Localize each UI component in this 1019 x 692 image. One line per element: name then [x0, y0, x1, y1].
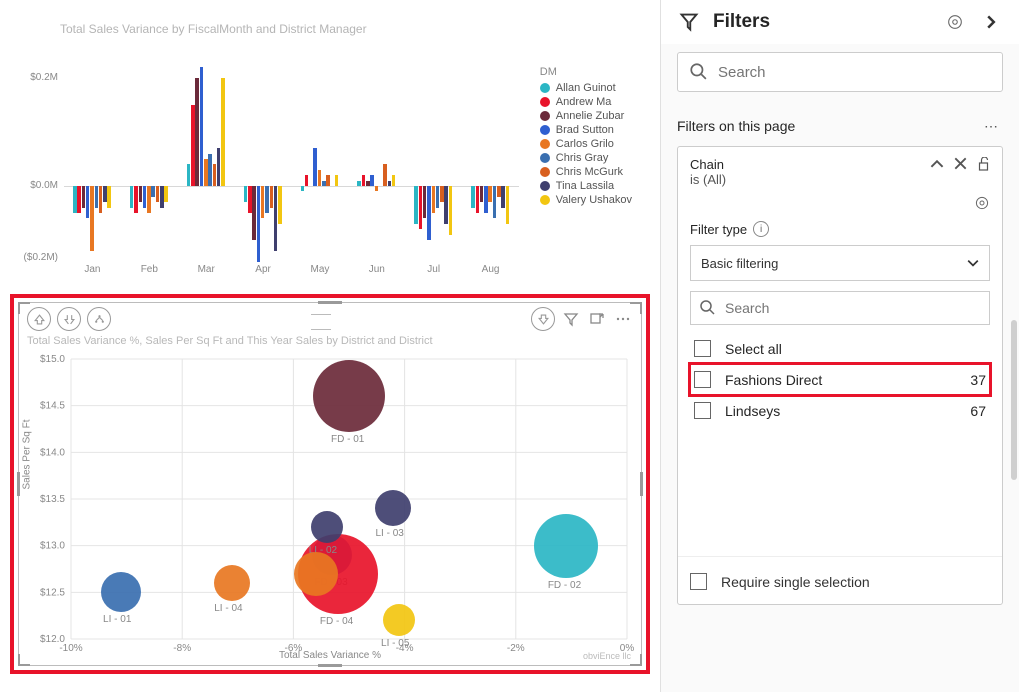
watermark: obviEnce llc — [583, 651, 631, 661]
svg-text:-2%: -2% — [507, 643, 525, 654]
x-axis-label: Total Sales Variance % — [279, 650, 381, 661]
chart-title: Total Sales Variance by FiscalMonth and … — [10, 8, 650, 36]
scrollbar-thumb[interactable] — [1011, 320, 1017, 480]
filter-option[interactable]: Lindseys67 — [690, 395, 990, 426]
filter-type-label: Filter type i — [678, 217, 1002, 245]
svg-text:$14.5: $14.5 — [40, 401, 65, 412]
filter-option[interactable]: Fashions Direct37 — [690, 364, 990, 395]
svg-text:$15.0: $15.0 — [40, 354, 65, 365]
section-more-icon[interactable]: ⋯ — [979, 114, 1003, 138]
svg-text:-8%: -8% — [173, 643, 191, 654]
filters-pane: Filters Filters on this page ⋯ Chain is … — [660, 0, 1019, 692]
filter-icon[interactable] — [561, 309, 581, 329]
checkbox[interactable] — [690, 573, 707, 590]
expand-hierarchy-icon[interactable] — [87, 307, 111, 331]
pane-title: Filters — [713, 11, 931, 33]
filter-values-search[interactable] — [690, 291, 990, 325]
scatter-chart-visual-selected[interactable]: Total Sales Variance %, Sales Per Sq Ft … — [10, 294, 650, 674]
report-canvas[interactable]: Total Sales Variance by FiscalMonth and … — [0, 0, 660, 692]
filter-option[interactable]: Select all — [690, 333, 990, 364]
focus-mode-icon[interactable] — [587, 309, 607, 329]
checkbox[interactable] — [694, 340, 711, 357]
drill-up-icon[interactable] — [27, 307, 51, 331]
filter-card-chain: Chain is (All) Filter type i Basic filte… — [677, 146, 1003, 605]
checkbox[interactable] — [694, 371, 711, 388]
filter-icon — [677, 10, 701, 34]
filters-search[interactable] — [677, 52, 1003, 92]
svg-text:$13.5: $13.5 — [40, 494, 65, 505]
collapse-pane-icon[interactable] — [979, 10, 1003, 34]
filter-type-select[interactable]: Basic filtering — [690, 245, 990, 281]
collapse-card-icon[interactable] — [930, 157, 944, 171]
svg-text:$12.0: $12.0 — [40, 634, 65, 645]
info-icon[interactable]: i — [753, 221, 769, 237]
hide-filter-icon[interactable] — [974, 195, 990, 211]
values-search-input[interactable] — [690, 291, 990, 325]
search-input[interactable] — [677, 52, 1003, 92]
visual-toolbar — [19, 303, 641, 335]
checkbox[interactable] — [694, 402, 711, 419]
legend: DM Allan GuinotAndrew MaAnnelie ZubarBra… — [540, 66, 632, 208]
y-axis-label: Sales Per Sq Ft — [22, 419, 33, 489]
chart-title: Total Sales Variance %, Sales Per Sq Ft … — [19, 335, 641, 347]
filter-summary: is (All) — [690, 172, 920, 187]
chevron-down-icon — [967, 257, 979, 269]
bar-chart-visual[interactable]: Total Sales Variance by FiscalMonth and … — [10, 8, 650, 288]
drill-mode-icon[interactable] — [531, 307, 555, 331]
svg-text:$12.5: $12.5 — [40, 587, 65, 598]
drill-down-icon[interactable] — [57, 307, 81, 331]
svg-text:$14.0: $14.0 — [40, 447, 65, 458]
search-icon — [699, 299, 715, 315]
filters-section-header: Filters on this page ⋯ — [661, 100, 1019, 146]
filter-field-name: Chain — [690, 157, 920, 172]
clear-filter-icon[interactable] — [954, 157, 967, 170]
lock-filter-icon[interactable] — [977, 157, 990, 171]
require-single-selection[interactable]: Require single selection — [678, 556, 1002, 604]
restate-icon[interactable] — [943, 10, 967, 34]
svg-text:$13.0: $13.0 — [40, 541, 65, 552]
